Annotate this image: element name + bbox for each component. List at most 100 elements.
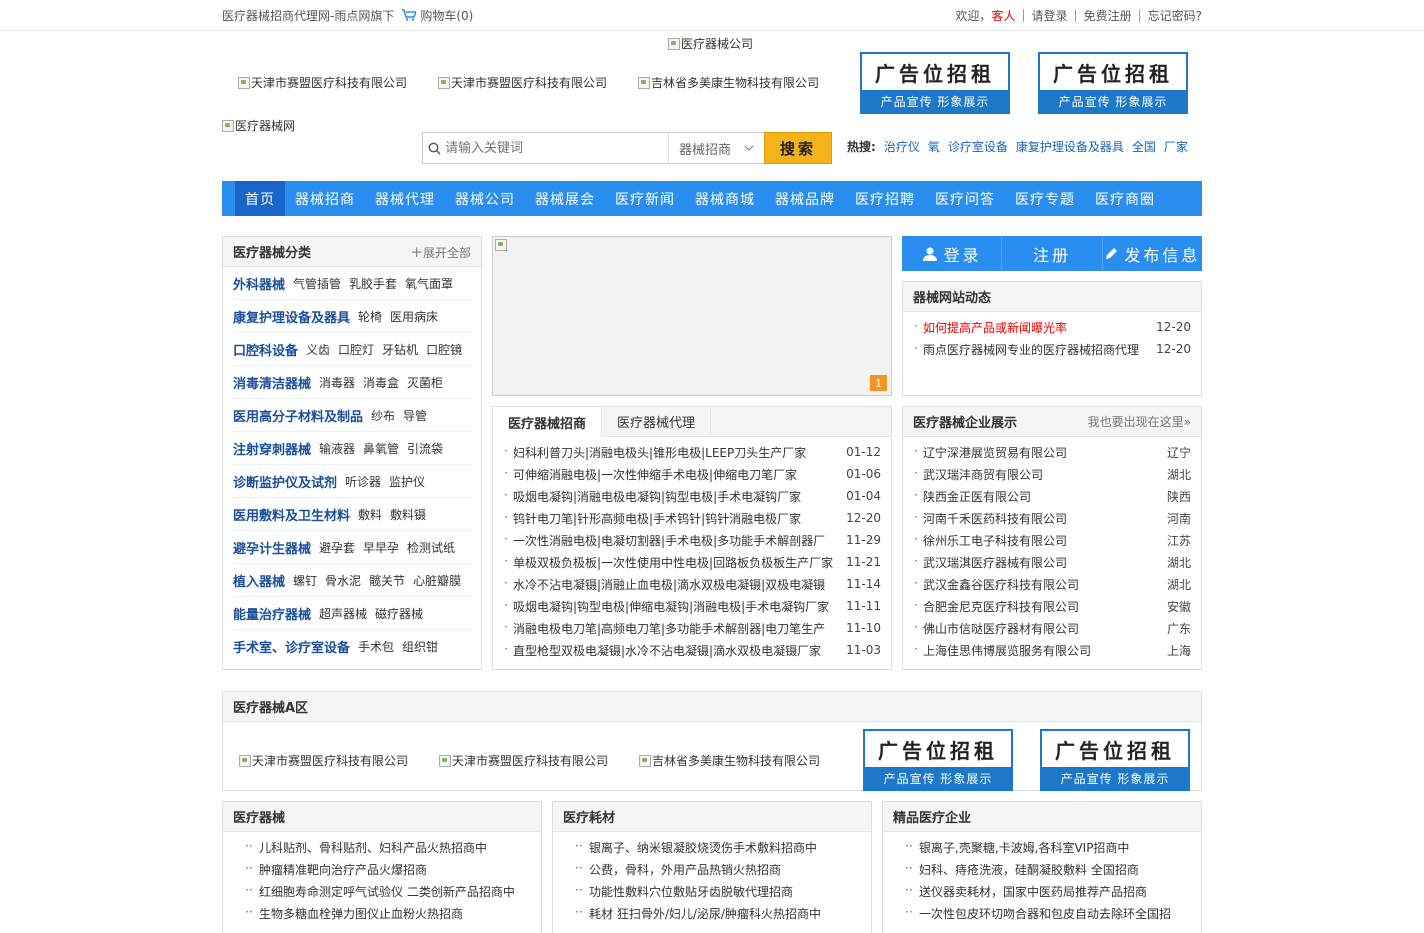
nav-item[interactable]: 医疗商圈 bbox=[1085, 181, 1165, 216]
category-link[interactable]: 消毒清洁器械 bbox=[233, 373, 311, 392]
company-link[interactable]: 佛山市信哒医疗器材有限公司 bbox=[913, 620, 1161, 637]
hot-term[interactable]: 诊疗室设备 bbox=[948, 138, 1008, 155]
subcategory-link[interactable]: 螺钉 bbox=[293, 572, 317, 589]
subcategory-link[interactable]: 气管插管 bbox=[293, 275, 341, 292]
article-link[interactable]: 功能性敷料穴位敷贴牙齿脱敏代理招商 bbox=[563, 883, 861, 900]
subcategory-link[interactable]: 组织钳 bbox=[402, 638, 438, 655]
subcategory-link[interactable]: 引流袋 bbox=[407, 440, 443, 457]
site-title-link[interactable]: 医疗器械招商代理网-雨点网旗下 bbox=[222, 7, 394, 24]
login-button[interactable]: 登录 bbox=[902, 236, 1001, 271]
category-link[interactable]: 医用高分子材料及制品 bbox=[233, 406, 363, 425]
subcategory-link[interactable]: 听诊器 bbox=[345, 473, 381, 490]
category-link[interactable]: 诊断监护仪及试剂 bbox=[233, 472, 337, 491]
subcategory-link[interactable]: 早早孕 bbox=[363, 539, 399, 556]
recruit-link[interactable]: 单极双极负极板|一次性使用中性电极|回路板负极板生产厂家 bbox=[503, 554, 840, 571]
category-link[interactable]: 口腔科设备 bbox=[233, 340, 298, 359]
article-link[interactable]: 公费，骨科，外用产品热销火热招商 bbox=[563, 861, 861, 878]
ad-image-1[interactable]: 天津市赛盟医疗科技有限公司 bbox=[238, 74, 407, 91]
article-link[interactable]: 银离子、纳米银凝胶烧烫伤手术敷料招商中 bbox=[563, 839, 861, 856]
subcategory-link[interactable]: 消毒盒 bbox=[363, 374, 399, 391]
tab-recruit[interactable]: 医疗器械招商 bbox=[493, 407, 603, 438]
subcategory-link[interactable]: 消毒器 bbox=[319, 374, 355, 391]
subcategory-link[interactable]: 导管 bbox=[403, 407, 427, 424]
hot-term[interactable]: 氧 bbox=[928, 138, 940, 155]
hot-term[interactable]: 全国 bbox=[1132, 138, 1156, 155]
subcategory-link[interactable]: 髋关节 bbox=[369, 572, 405, 589]
search-button[interactable]: 搜索 bbox=[764, 132, 832, 164]
register-link[interactable]: 免费注册 bbox=[1084, 7, 1132, 24]
subcategory-link[interactable]: 鼻氧管 bbox=[363, 440, 399, 457]
search-category-select[interactable]: 器械招商 bbox=[668, 133, 764, 163]
nav-item-home[interactable]: 首页 bbox=[235, 181, 285, 216]
subcategory-link[interactable]: 口腔镜 bbox=[426, 341, 462, 358]
article-link[interactable]: 红细胞寿命测定呼气试验仪 二类创新产品招商中 bbox=[233, 883, 531, 900]
subcategory-link[interactable]: 磁疗器械 bbox=[375, 605, 423, 622]
guest-link[interactable]: 客人 bbox=[991, 7, 1015, 24]
nav-item[interactable]: 器械招商 bbox=[285, 181, 365, 216]
subcategory-link[interactable]: 牙钻机 bbox=[382, 341, 418, 358]
ad-slot-1[interactable]: 广告位招租 产品宣传 形象展示 bbox=[860, 52, 1010, 114]
subcategory-link[interactable]: 避孕套 bbox=[319, 539, 355, 556]
site-logo[interactable]: 医疗器械网 bbox=[222, 117, 295, 134]
company-link[interactable]: 徐州乐工电子科技有限公司 bbox=[913, 532, 1161, 549]
article-link[interactable]: 耗材 狂扫骨外/妇儿/泌尿/肿瘤科火热招商中 bbox=[563, 905, 861, 922]
nav-item[interactable]: 器械品牌 bbox=[765, 181, 845, 216]
article-link[interactable]: 生物多糖血栓弹力图仪止血粉火热招商 bbox=[233, 905, 531, 922]
ad-image-3[interactable]: 吉林省多美康生物科技有限公司 bbox=[638, 74, 819, 91]
recruit-link[interactable]: 妇科利普刀头|消融电极头|锥形电极|LEEP刀头生产厂家 bbox=[503, 444, 840, 461]
article-link[interactable]: 妇科、痔疮洗液，硅酮凝胶敷料 全国招商 bbox=[893, 861, 1191, 878]
subcategory-link[interactable]: 轮椅 bbox=[358, 308, 382, 325]
ad-slot-2[interactable]: 广告位招租 产品宣传 形象展示 bbox=[1038, 52, 1188, 114]
subcategory-link[interactable]: 监护仪 bbox=[389, 473, 425, 490]
company-link[interactable]: 武汉瑞淇医疗器械有限公司 bbox=[913, 554, 1161, 571]
category-link[interactable]: 能量治疗器械 bbox=[233, 604, 311, 623]
company-link[interactable]: 武汉瑞沣商贸有限公司 bbox=[913, 466, 1161, 483]
login-link[interactable]: 请登录 bbox=[1032, 7, 1068, 24]
category-link[interactable]: 注射穿刺器械 bbox=[233, 439, 311, 458]
zone-ad-slot-2[interactable]: 广告位招租 产品宣传 形象展示 bbox=[1040, 729, 1190, 791]
category-link[interactable]: 康复护理设备及器具 bbox=[233, 307, 350, 326]
subcategory-link[interactable]: 检测试纸 bbox=[407, 539, 455, 556]
subcategory-link[interactable]: 敷料 bbox=[358, 506, 382, 523]
article-link[interactable]: 儿科贴剂、骨科贴剂、妇科产品火热招商中 bbox=[233, 839, 531, 856]
company-link[interactable]: 陕西金正医有限公司 bbox=[913, 488, 1161, 505]
nav-item[interactable]: 器械公司 bbox=[445, 181, 525, 216]
zone-ad-image-2[interactable]: 天津市赛盟医疗科技有限公司 bbox=[439, 752, 608, 769]
hot-term[interactable]: 厂家 bbox=[1164, 138, 1188, 155]
category-link[interactable]: 手术室、诊疗室设备 bbox=[233, 637, 350, 656]
register-button[interactable]: 注册 bbox=[1001, 236, 1101, 271]
category-link[interactable]: 医用敷料及卫生材料 bbox=[233, 505, 350, 524]
subcategory-link[interactable]: 乳胶手套 bbox=[349, 275, 397, 292]
company-link[interactable]: 合肥金尼克医疗科技有限公司 bbox=[913, 598, 1161, 615]
recruit-link[interactable]: 钨针电刀笔|针形高频电极|手术钨针|钨针消融电极厂家 bbox=[503, 510, 840, 527]
recruit-link[interactable]: 可伸缩消融电极|一次性伸缩手术电极|伸缩电刀笔厂家 bbox=[503, 466, 840, 483]
article-link[interactable]: 银离子,壳聚糖,卡波姆,各科室VIP招商中 bbox=[893, 839, 1191, 856]
publish-button[interactable]: 发布信息 bbox=[1101, 236, 1202, 271]
nav-item[interactable]: 医疗问答 bbox=[925, 181, 1005, 216]
nav-item[interactable]: 医疗招聘 bbox=[845, 181, 925, 216]
company-link[interactable]: 上海佳思伟博展览服务有限公司 bbox=[913, 642, 1161, 659]
subcategory-link[interactable]: 义齿 bbox=[306, 341, 330, 358]
nav-item[interactable]: 器械商城 bbox=[685, 181, 765, 216]
subcategory-link[interactable]: 灭菌柜 bbox=[407, 374, 443, 391]
subcategory-link[interactable]: 手术包 bbox=[358, 638, 394, 655]
company-link[interactable]: 武汉金鑫谷医疗科技有限公司 bbox=[913, 576, 1161, 593]
article-link[interactable]: 一次性包皮环切吻合器和包皮自动去除环全国招 bbox=[893, 905, 1191, 922]
zone-ad-slot-1[interactable]: 广告位招租 产品宣传 形象展示 bbox=[863, 729, 1013, 791]
recruit-link[interactable]: 吸烟电凝钩|消融电极电凝钩|钩型电极|手术电凝钩厂家 bbox=[503, 488, 840, 505]
nav-item[interactable]: 医疗专题 bbox=[1005, 181, 1085, 216]
article-link[interactable]: 肿瘤精准靶向治疗产品火爆招商 bbox=[233, 861, 531, 878]
slideshow[interactable]: 1 bbox=[492, 236, 892, 396]
subcategory-link[interactable]: 氧气面罩 bbox=[405, 275, 453, 292]
nav-item[interactable]: 器械展会 bbox=[525, 181, 605, 216]
recruit-link[interactable]: 吸烟电凝钩|钩型电极|伸缩电凝钩|消融电极|手术电凝钩厂家 bbox=[503, 598, 840, 615]
recruit-link[interactable]: 消融电极电刀笔|高频电刀笔|多功能手术解剖器|电刀笔生产 bbox=[503, 620, 840, 637]
slide-page-button[interactable]: 1 bbox=[870, 375, 887, 391]
nav-item[interactable]: 医疗新闻 bbox=[605, 181, 685, 216]
subcategory-link[interactable]: 口腔灯 bbox=[338, 341, 374, 358]
hot-term[interactable]: 康复护理设备及器具 bbox=[1016, 138, 1124, 155]
ad-image-2[interactable]: 天津市赛盟医疗科技有限公司 bbox=[438, 74, 607, 91]
category-link[interactable]: 植入器械 bbox=[233, 571, 285, 590]
search-input[interactable] bbox=[445, 133, 668, 163]
subcategory-link[interactable]: 纱布 bbox=[371, 407, 395, 424]
